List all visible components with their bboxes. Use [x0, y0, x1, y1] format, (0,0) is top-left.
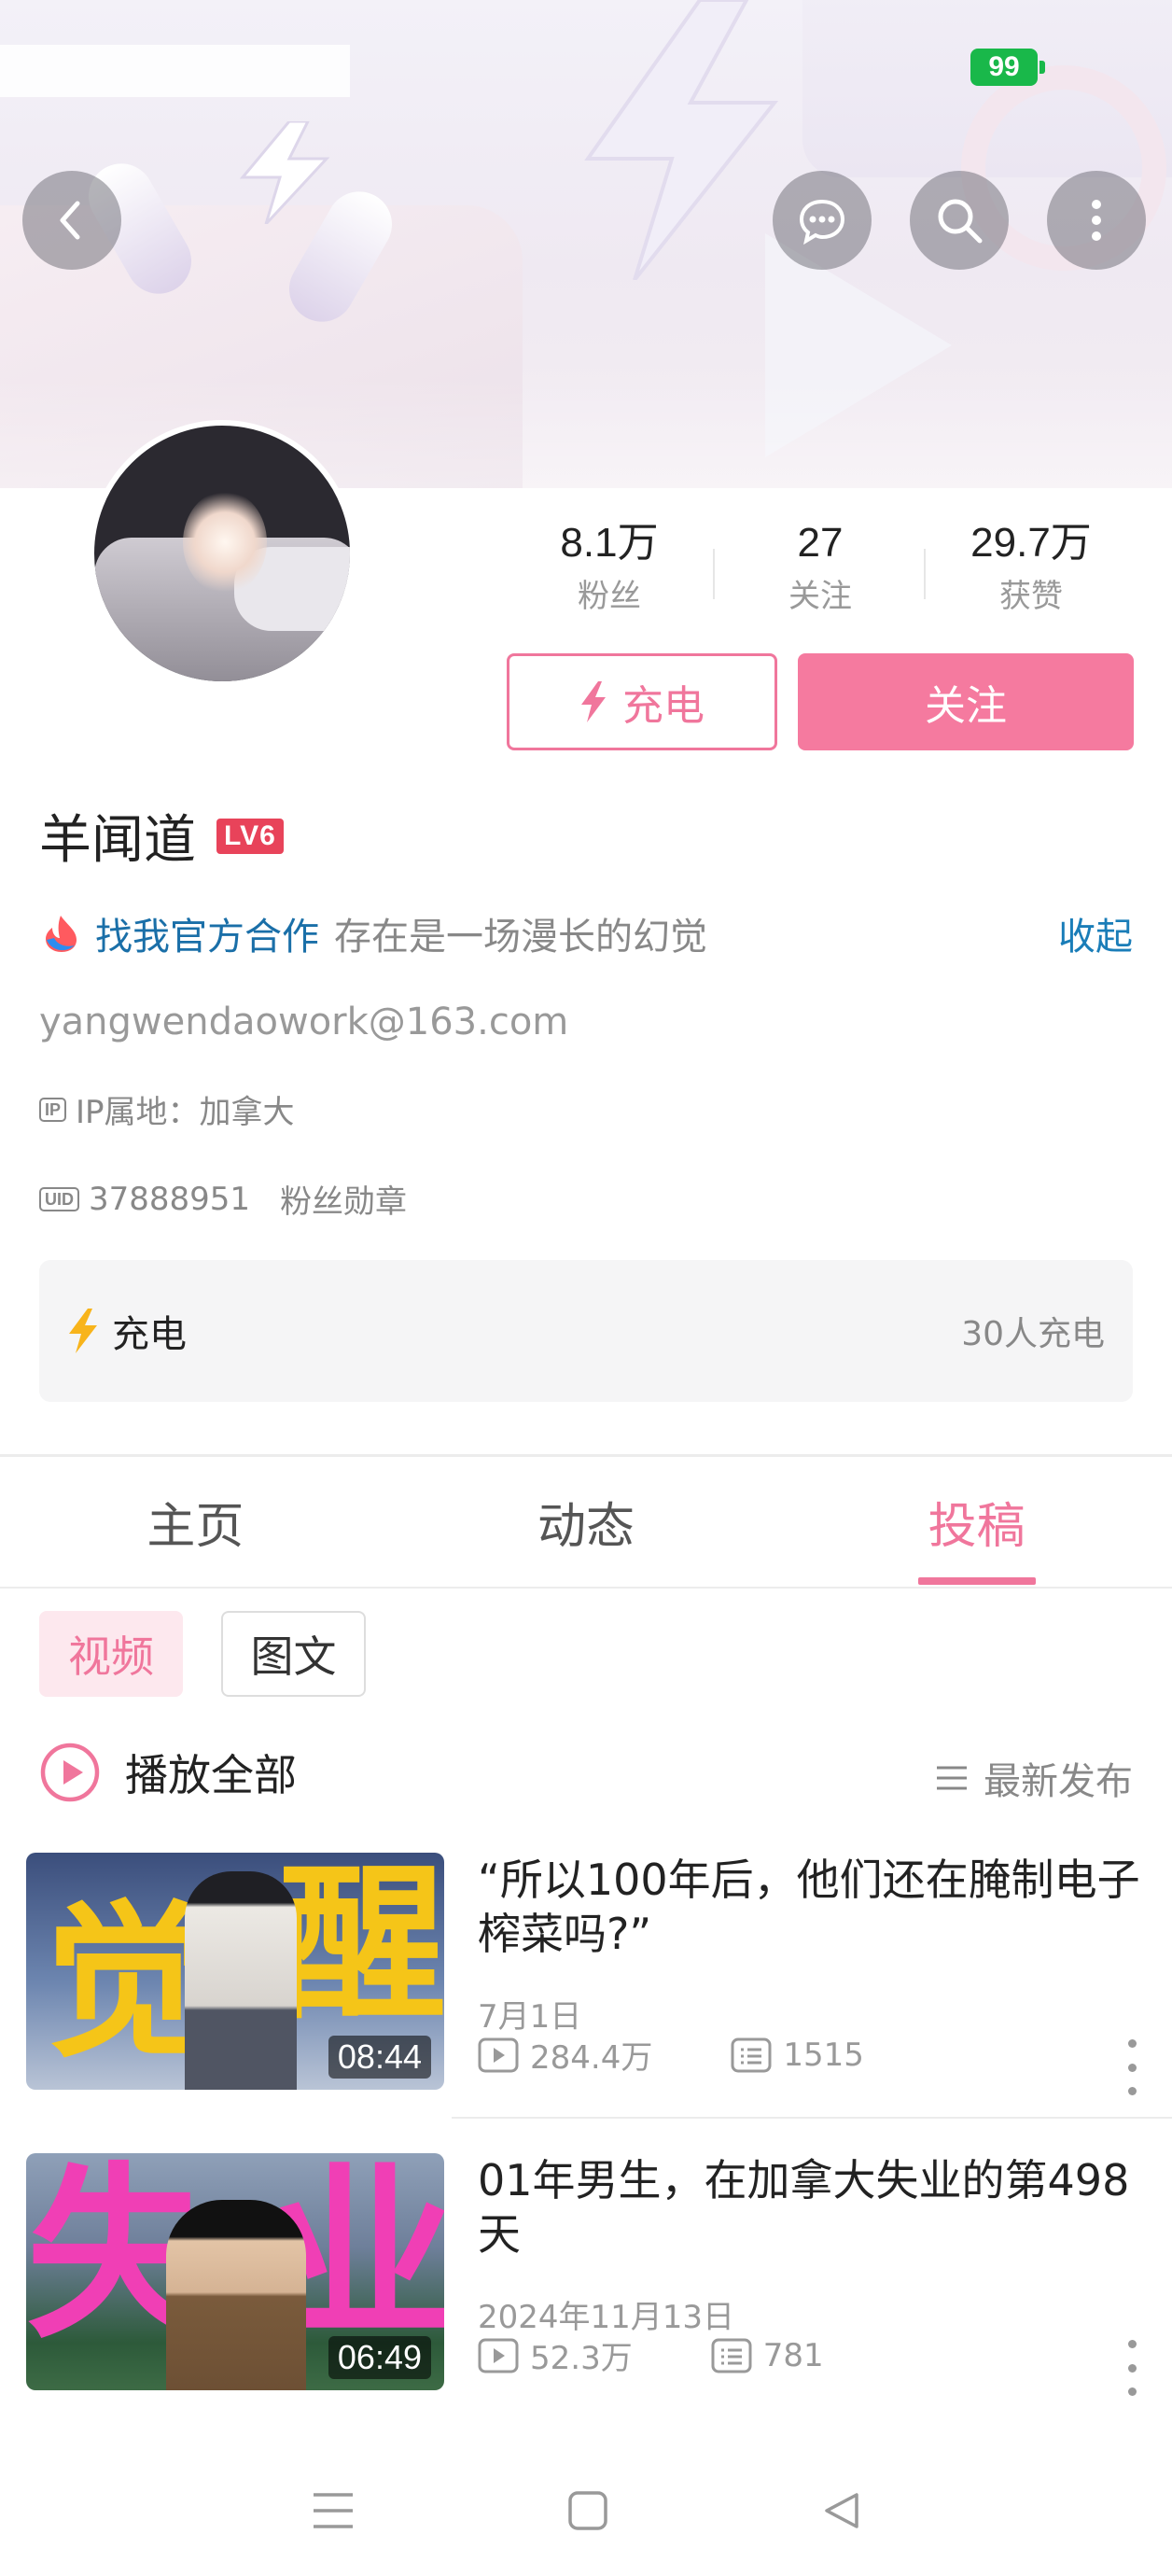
video-title[interactable]: 01年男生，在加拿大失业的第498天 — [478, 2153, 1140, 2261]
message-button[interactable] — [773, 171, 872, 270]
lightning-bolt-decoration — [584, 0, 779, 280]
uid-value: 37888951 — [89, 1180, 251, 1218]
view-count: 284.4万 — [478, 2032, 652, 2078]
charge-card-label: 充电 — [112, 1313, 187, 1356]
view-count: 52.3万 — [478, 2332, 633, 2378]
play-circle-icon — [40, 1743, 100, 1802]
video-item[interactable]: 失 业 06:49 01年男生，在加拿大失业的第498天 2024年11月13日… — [26, 2153, 1146, 2396]
video-duration: 08:44 — [328, 2036, 431, 2079]
level-badge: LV6 — [216, 818, 284, 854]
sort-label: 最新发布 — [984, 1760, 1133, 1803]
video-thumbnail[interactable]: 失 业 06:49 — [26, 2153, 444, 2390]
stat-following[interactable]: 27 关注 — [715, 515, 926, 627]
ip-location: IP属地：加拿大 — [76, 1094, 295, 1131]
uid-row: UID 37888951 粉丝勋章 — [39, 1176, 407, 1222]
stat-likes[interactable]: 29.7万 获赞 — [926, 515, 1137, 627]
view-count-value: 52.3万 — [530, 2340, 633, 2377]
stat-number: 27 — [797, 520, 844, 566]
play-all-label: 播放全部 — [125, 1750, 297, 1800]
charge-button[interactable]: 充电 — [507, 653, 777, 750]
more-vertical-icon — [1092, 200, 1101, 241]
tab-dynamics[interactable]: 动态 — [391, 1456, 782, 1587]
stat-number: 29.7万 — [970, 520, 1092, 566]
video-duration: 06:49 — [328, 2336, 431, 2379]
lightning-bolt-decoration — [239, 121, 330, 224]
comment-icon — [731, 2037, 772, 2072]
stat-label: 关注 — [788, 578, 852, 615]
ip-tag-icon: IP — [39, 1097, 67, 1122]
ip-location-row: IP IP属地：加拿大 — [39, 1086, 295, 1132]
tabs-divider — [0, 1587, 1172, 1589]
profile-tabs: 主页 动态 投稿 — [0, 1456, 1172, 1587]
lightning-icon — [581, 681, 606, 722]
comment-count-value: 1515 — [783, 2036, 864, 2074]
profile-stats: 8.1万 粉丝 27 关注 29.7万 获赞 — [504, 515, 1138, 627]
charge-card[interactable]: 充电 30人充电 — [39, 1260, 1133, 1402]
video-stats: 284.4万 1515 — [478, 2032, 864, 2078]
thumbnail-figure — [185, 1871, 297, 2090]
play-count-icon — [478, 2037, 519, 2072]
collapse-link[interactable]: 收起 — [1058, 906, 1133, 960]
more-button[interactable] — [1047, 171, 1146, 270]
home-nav-icon[interactable] — [566, 2489, 609, 2532]
video-more-button[interactable] — [1118, 2039, 1146, 2095]
cooperation-logo-icon — [46, 916, 77, 952]
banner-top-strip — [0, 45, 350, 97]
video-stats: 52.3万 781 — [478, 2332, 824, 2378]
follow-button[interactable]: 关注 — [798, 653, 1134, 750]
comment-icon — [711, 2338, 752, 2373]
video-thumbnail[interactable]: 觉 醒 08:44 — [26, 1853, 444, 2090]
chevron-left-icon — [60, 201, 80, 240]
video-title[interactable]: “所以100年后，他们还在腌制电子榨菜吗?” — [478, 1853, 1140, 1961]
thumbnail-text: 醒 — [278, 1853, 444, 2043]
chat-bubble-icon — [799, 199, 845, 245]
sort-button[interactable]: 最新发布 — [935, 1751, 1133, 1805]
comment-count-value: 781 — [762, 2336, 824, 2374]
menu-nav-icon[interactable] — [310, 2489, 356, 2532]
official-cooperation-link[interactable]: 找我官方合作 — [95, 906, 319, 960]
lightning-icon — [69, 1309, 97, 1353]
signature: 存在是一场漫长的幻觉 — [334, 916, 707, 959]
play-all-button[interactable]: 播放全部 — [39, 1742, 297, 1803]
view-count-value: 284.4万 — [530, 2039, 653, 2077]
list-sort-icon — [937, 1766, 967, 1790]
video-item[interactable]: 觉 醒 08:44 “所以100年后，他们还在腌制电子榨菜吗?” 7月1日 28… — [26, 1853, 1146, 2095]
email-text: yangwendaowork@163.com — [39, 1001, 569, 1043]
stat-label: 粉丝 — [578, 578, 641, 615]
tab-uploads[interactable]: 投稿 — [781, 1456, 1172, 1587]
search-button[interactable] — [910, 171, 1009, 270]
avatar[interactable] — [89, 420, 356, 687]
play-count-icon — [478, 2338, 519, 2373]
fan-medal-link[interactable]: 粉丝勋章 — [280, 1176, 407, 1222]
list-divider — [452, 2117, 1172, 2119]
system-nav-bar — [0, 2445, 1172, 2576]
stat-number: 8.1万 — [560, 520, 659, 566]
comment-count: 781 — [711, 2337, 824, 2374]
charge-button-label: 充电 — [622, 682, 705, 730]
video-date: 7月1日 — [478, 1998, 582, 2036]
intro-row: 找我官方合作 存在是一场漫长的幻觉 收起 — [39, 905, 1133, 961]
avatar-photo-part — [183, 491, 267, 594]
battery-indicator: 99 — [970, 49, 1045, 86]
search-icon — [938, 199, 983, 244]
back-button[interactable] — [22, 171, 121, 270]
filter-video[interactable]: 视频 — [39, 1611, 183, 1697]
charge-count: 30人充电 — [961, 1315, 1105, 1353]
follow-button-label: 关注 — [925, 682, 1007, 730]
filter-article[interactable]: 图文 — [221, 1611, 366, 1697]
stat-label: 获赞 — [999, 578, 1063, 615]
tab-home[interactable]: 主页 — [0, 1456, 391, 1587]
video-more-button[interactable] — [1118, 2340, 1146, 2396]
name-row: 羊闻道 LV6 — [39, 798, 284, 874]
video-date: 2024年11月13日 — [478, 2299, 735, 2336]
comment-count: 1515 — [731, 2037, 864, 2074]
thumbnail-figure — [166, 2200, 306, 2390]
username: 羊闻道 — [39, 810, 196, 871]
stat-followers[interactable]: 8.1万 粉丝 — [504, 515, 715, 627]
back-nav-icon[interactable] — [819, 2489, 862, 2532]
uid-tag-icon: UID — [39, 1186, 79, 1211]
